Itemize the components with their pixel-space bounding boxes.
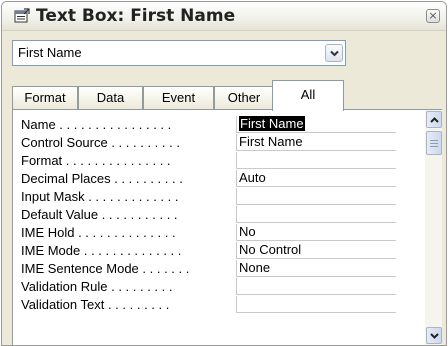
- property-value-field[interactable]: No Control: [236, 242, 396, 259]
- property-row-ime-mode[interactable]: IME Mode . . . . . . . . . . . . . . No …: [13, 242, 425, 259]
- property-row-validation-text[interactable]: Validation Text . . . . . . . . .: [13, 296, 425, 313]
- property-label: IME Hold . . . . . . . . . . . . . .: [21, 225, 176, 240]
- property-label: IME Mode . . . . . . . . . . . . . .: [21, 243, 182, 258]
- arrow-up-icon: [430, 117, 439, 123]
- property-row-validation-rule[interactable]: Validation Rule . . . . . . . . .: [13, 278, 425, 295]
- property-value-field[interactable]: First Name: [236, 116, 396, 133]
- property-value-field[interactable]: [236, 206, 396, 223]
- chevron-down-icon: [330, 50, 339, 57]
- property-sheet-window: Text Box: First Name × First Name Format…: [1, 1, 447, 346]
- scroll-thumb[interactable]: [426, 131, 442, 155]
- property-value-field[interactable]: First Name: [236, 134, 396, 151]
- property-value-field[interactable]: None: [236, 260, 396, 277]
- scroll-up-button[interactable]: [426, 111, 442, 128]
- tab-format[interactable]: Format: [12, 86, 78, 110]
- arrow-down-icon: [430, 333, 439, 339]
- property-label: Decimal Places . . . . . . . . . .: [21, 171, 183, 186]
- properties-sheet-icon: [14, 8, 30, 24]
- tab-strip: Format Data Event Other All: [12, 80, 442, 111]
- vertical-scrollbar[interactable]: [425, 110, 442, 345]
- scroll-down-button[interactable]: [426, 327, 442, 344]
- property-row-ime-sentence-mode[interactable]: IME Sentence Mode . . . . . . . None: [13, 260, 425, 277]
- property-label: Validation Text . . . . . . . . .: [21, 297, 170, 312]
- selected-object-value: First Name: [18, 45, 82, 60]
- thumb-grip-line: [430, 140, 438, 141]
- property-row-name[interactable]: Name . . . . . . . . . . . . . . . . Fir…: [13, 116, 425, 133]
- property-row-decimal-places[interactable]: Decimal Places . . . . . . . . . . Auto: [13, 170, 425, 187]
- dropdown-button[interactable]: [325, 44, 343, 62]
- property-value-field[interactable]: Auto: [236, 170, 396, 187]
- tab-event[interactable]: Event: [143, 86, 214, 110]
- thumb-grip-line: [430, 146, 438, 147]
- selected-text: First Name: [239, 116, 305, 131]
- property-row-format[interactable]: Format . . . . . . . . . . . . . . .: [13, 152, 425, 169]
- property-row-ime-hold[interactable]: IME Hold . . . . . . . . . . . . . . No: [13, 224, 425, 241]
- tab-data[interactable]: Data: [78, 86, 143, 110]
- property-label: Control Source . . . . . . . . . .: [21, 135, 180, 150]
- title-bar[interactable]: Text Box: First Name ×: [2, 2, 446, 31]
- tab-all[interactable]: All: [272, 80, 344, 111]
- tab-other[interactable]: Other: [214, 86, 274, 110]
- property-label: Format . . . . . . . . . . . . . . .: [21, 153, 171, 168]
- window-title: Text Box: First Name: [36, 6, 236, 26]
- property-label: Name . . . . . . . . . . . . . . . .: [21, 117, 172, 132]
- property-label: Validation Rule . . . . . . . . .: [21, 279, 173, 294]
- property-label: IME Sentence Mode . . . . . . .: [21, 261, 190, 276]
- property-list-panel: Name . . . . . . . . . . . . . . . . Fir…: [12, 109, 442, 345]
- property-row-control-source[interactable]: Control Source . . . . . . . . . . First…: [13, 134, 425, 151]
- object-selector-dropdown[interactable]: First Name: [12, 40, 346, 66]
- thumb-grip-line: [430, 143, 438, 144]
- close-button[interactable]: ×: [426, 9, 440, 23]
- property-row-default-value[interactable]: Default Value . . . . . . . . . . .: [13, 206, 425, 223]
- property-label: Default Value . . . . . . . . . . .: [21, 207, 178, 222]
- property-value-field[interactable]: No: [236, 224, 396, 241]
- property-label: Input Mask . . . . . . . . . . . . .: [21, 189, 179, 204]
- property-value-field[interactable]: [236, 278, 396, 295]
- property-value-field[interactable]: [236, 188, 396, 205]
- property-value-field[interactable]: [236, 296, 396, 313]
- property-value-field[interactable]: [236, 152, 396, 169]
- property-row-input-mask[interactable]: Input Mask . . . . . . . . . . . . .: [13, 188, 425, 205]
